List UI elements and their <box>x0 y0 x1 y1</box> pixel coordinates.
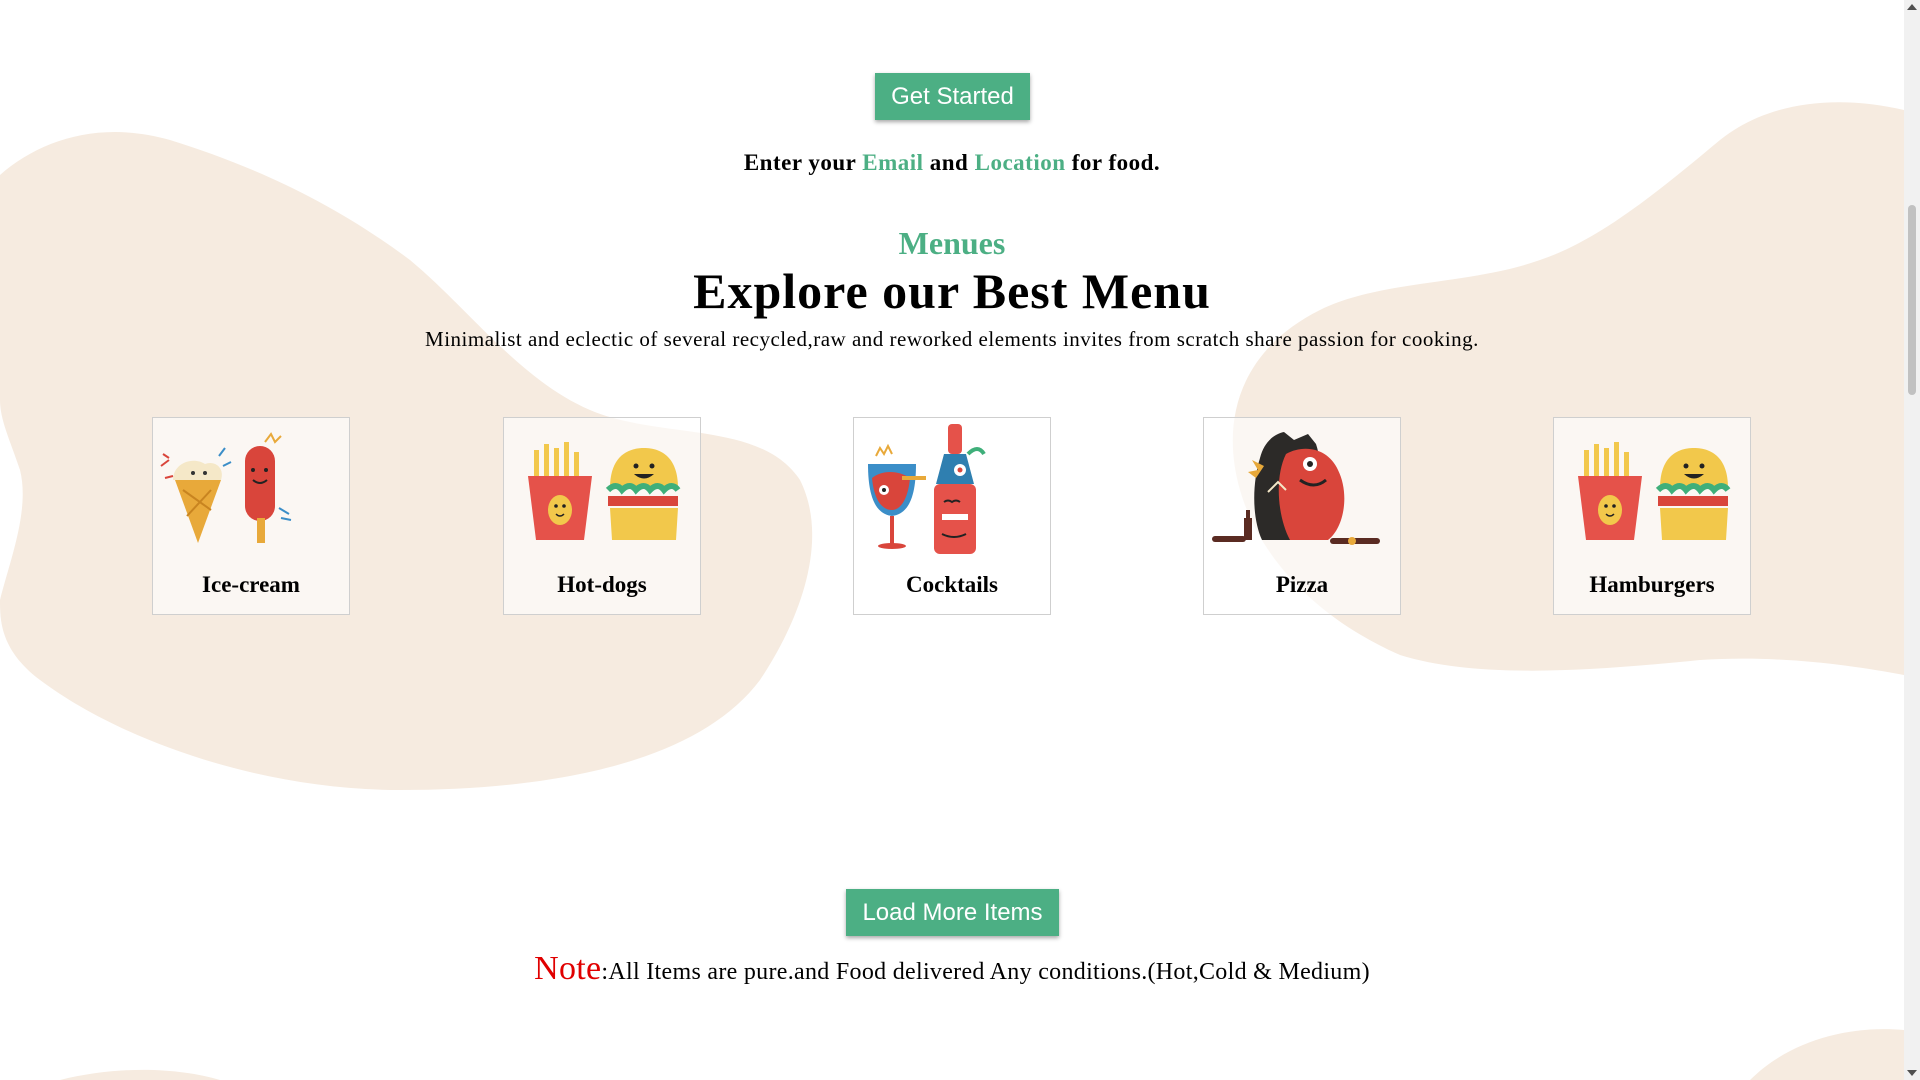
location-link[interactable]: Location <box>975 150 1066 175</box>
enter-and: and <box>923 150 975 175</box>
menu-card-label: Hamburgers <box>1589 572 1715 597</box>
load-more-button[interactable]: Load More Items <box>846 889 1059 936</box>
menu-card-label: Ice-cream <box>202 572 300 597</box>
scroll-up-arrow-icon[interactable] <box>1907 4 1917 10</box>
note-label: Note <box>534 950 602 987</box>
section-subtitle: Minimalist and eclectic of several recyc… <box>425 327 1479 351</box>
menu-card-ice-cream[interactable]: Ice-cream <box>152 417 350 615</box>
note-line: Note:All Items are pure.and Food deliver… <box>0 950 1904 988</box>
section-eyebrow: Menues <box>898 225 1006 261</box>
enter-suffix: for food. <box>1065 150 1161 175</box>
fries-burger-icon <box>528 442 681 540</box>
enter-info-line: Enter your Email and Location for food. <box>0 150 1904 176</box>
menu-card-pizza[interactable]: Pizza <box>1203 417 1401 615</box>
scrollbar-thumb[interactable] <box>1908 205 1916 395</box>
menu-card-hot-dogs[interactable]: Hot-dogs <box>503 417 701 615</box>
menu-card-label: Pizza <box>1275 572 1329 597</box>
scroll-down-arrow-icon[interactable] <box>1907 1070 1917 1076</box>
menu-card-cocktails[interactable]: Cocktails <box>853 417 1051 615</box>
page-content: Get Started Enter your Email and Locatio… <box>0 0 1904 1080</box>
email-link[interactable]: Email <box>862 150 923 175</box>
ice-cream-icon <box>160 432 292 543</box>
menu-card-label: Cocktails <box>906 572 998 597</box>
menu-card-label: Hot-dogs <box>557 572 647 597</box>
pizza-monsters-icon <box>1212 432 1380 545</box>
page-scrollbar[interactable] <box>1904 0 1920 1080</box>
note-text: :All Items are pure.and Food delivered A… <box>601 959 1370 985</box>
section-title: Explore our Best Menu <box>693 263 1211 319</box>
cocktail-bottle-icon <box>868 424 986 554</box>
fries-burger-icon <box>1578 442 1731 540</box>
get-started-button[interactable]: Get Started <box>875 73 1030 120</box>
enter-prefix: Enter your <box>743 150 863 175</box>
menu-card-hamburgers[interactable]: Hamburgers <box>1553 417 1751 615</box>
